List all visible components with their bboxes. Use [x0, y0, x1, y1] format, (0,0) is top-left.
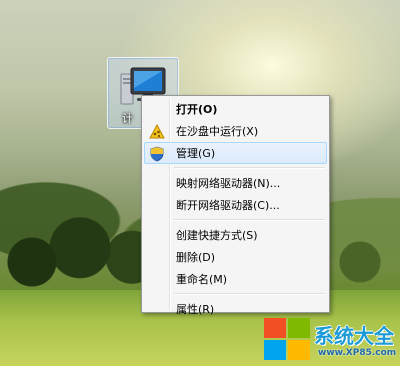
watermark-title: 系统大全 [314, 324, 394, 348]
menu-separator [174, 219, 325, 221]
menu-separator [174, 167, 325, 169]
menu-item-delete[interactable]: 删除(D) [144, 246, 327, 268]
watermark-url: www.XP85.com [318, 348, 397, 358]
logo-quadrant [288, 318, 310, 338]
menu-item-label: 打开(O) [176, 103, 218, 116]
menu-item-label: 删除(D) [176, 251, 216, 264]
watermark: 系统大全 www.XP85.com [262, 318, 400, 366]
menu-item-label: 管理(G) [176, 147, 216, 160]
menu-item-label: 创建快捷方式(S) [176, 229, 258, 242]
menu-item-map-network-drive[interactable]: 映射网络驱动器(N)... [144, 172, 327, 194]
windows-logo-icon [264, 318, 312, 362]
menu-item-label: 在沙盘中运行(X) [176, 125, 259, 138]
menu-item-run-in-sandbox[interactable]: 在沙盘中运行(X) [144, 120, 327, 142]
menu-item-disconnect-network-drive[interactable]: 断开网络驱动器(C)... [144, 194, 327, 216]
menu-item-label: 断开网络驱动器(C)... [176, 199, 280, 212]
context-menu: 打开(O) 在沙盘中运行(X) 管理(G) 映射网络驱动器(N)... 断开网络… [141, 95, 330, 316]
menu-item-label: 属性(R) [176, 303, 215, 316]
menu-item-rename[interactable]: 重命名(M) [144, 268, 327, 290]
sandbox-icon [149, 124, 165, 139]
shield-icon [150, 146, 164, 162]
logo-quadrant [264, 318, 286, 338]
logo-quadrant [288, 340, 310, 360]
menu-item-properties[interactable]: 属性(R) [144, 298, 327, 320]
desktop-icon-label: 计 [122, 112, 133, 125]
menu-item-create-shortcut[interactable]: 创建快捷方式(S) [144, 224, 327, 246]
menu-item-label: 映射网络驱动器(N)... [176, 177, 281, 190]
menu-item-manage[interactable]: 管理(G) [144, 142, 327, 164]
menu-separator [174, 293, 325, 295]
menu-item-open[interactable]: 打开(O) [144, 98, 327, 120]
menu-item-label: 重命名(M) [176, 273, 228, 286]
logo-quadrant [264, 340, 286, 360]
